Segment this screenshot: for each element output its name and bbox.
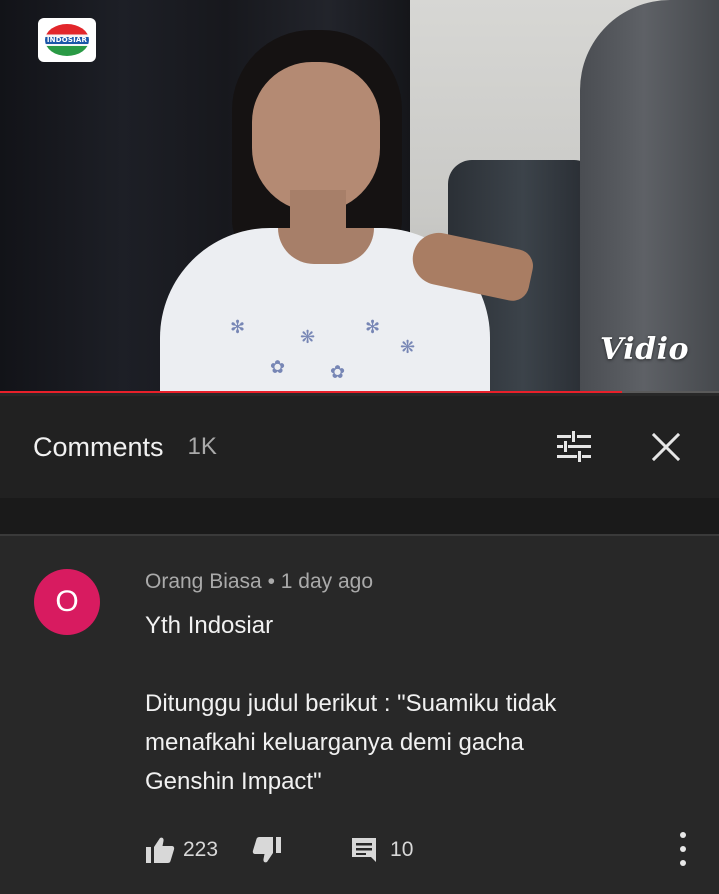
more-options-button[interactable] <box>677 832 689 866</box>
channel-logo: INDOSIAR <box>38 18 96 62</box>
sort-filter-icon <box>557 431 591 462</box>
comments-header-actions <box>554 427 686 467</box>
avatar[interactable]: O <box>34 569 100 635</box>
comment-line: Yth Indosiar <box>145 612 274 639</box>
comments-title: Comments <box>33 431 164 462</box>
indosiar-logo-icon: INDOSIAR <box>45 24 89 56</box>
thumbs-up-icon <box>146 837 175 863</box>
sort-button[interactable] <box>554 427 594 467</box>
section-gap <box>0 498 719 534</box>
close-button[interactable] <box>646 427 686 467</box>
like-button[interactable]: 223 <box>145 836 218 864</box>
channel-logo-text: INDOSIAR <box>46 36 88 44</box>
shirt-flower-icon: ❋ <box>400 337 416 357</box>
shirt-flower-icon: ❋ <box>300 327 316 347</box>
more-vertical-icon <box>680 832 686 838</box>
shirt-flower-icon: ✻ <box>230 317 246 337</box>
comment-text: Yth Indosiar Ditunggu judul berikut : "S… <box>145 606 665 801</box>
avatar-letter: O <box>55 585 79 618</box>
comment-line: menafkahi keluarganya demi gacha <box>145 729 524 756</box>
comments-header: Comments 1K <box>0 396 719 498</box>
comment-line: Ditunggu judul berikut : "Suamiku tidak <box>145 690 557 717</box>
shirt-flower-icon: ✿ <box>330 362 346 382</box>
comment-actions: 223 10 <box>145 836 413 864</box>
shirt-flower-icon: ✿ <box>270 357 286 377</box>
close-icon <box>651 432 681 462</box>
thumbs-down-icon <box>252 837 282 863</box>
video-shirt-neckline <box>278 228 374 264</box>
shirt-flower-icon: ✻ <box>365 317 381 337</box>
video-progress-fill <box>0 391 622 393</box>
vidio-watermark: Vidio <box>599 332 689 367</box>
comment-item: O Orang Biasa • 1 day ago Yth Indosiar D… <box>0 536 719 894</box>
reply-button[interactable]: 10 <box>350 836 413 864</box>
video-progress-bar[interactable] <box>0 391 719 393</box>
comments-count: 1K <box>187 433 217 460</box>
video-player[interactable]: ✻ ❋ ✻ ❋ ✿ ✿ INDOSIAR Vidio <box>0 0 719 393</box>
dislike-button[interactable] <box>252 836 282 864</box>
like-count: 223 <box>183 838 219 861</box>
reply-count: 10 <box>390 838 414 861</box>
comment-author-time: Orang Biasa • 1 day ago <box>145 570 373 593</box>
comment-icon <box>352 838 377 862</box>
comment-line: Genshin Impact" <box>145 768 322 795</box>
